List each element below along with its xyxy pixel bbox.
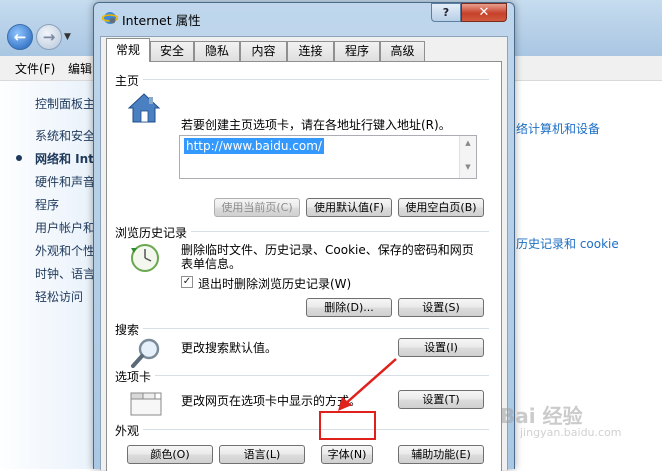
home-icon xyxy=(127,93,161,123)
tab-content[interactable]: 内容 xyxy=(240,41,287,61)
home-page-url-input[interactable]: http://www.baidu.com/ ▲ ▼ xyxy=(179,135,477,179)
sidebar-item-hardware-sound[interactable]: 硬件和声音 xyxy=(35,173,95,190)
search-description: 更改搜索默认值。 xyxy=(181,341,278,355)
home-page-heading: 主页 xyxy=(115,72,144,89)
accessibility-button[interactable]: 辅助功能(E) xyxy=(398,445,484,464)
magnifier-icon xyxy=(131,338,160,368)
use-default-button[interactable]: 使用默认值(F) xyxy=(306,198,392,217)
fonts-button[interactable]: 字体(N) xyxy=(321,445,373,464)
sidebar-item-control-panel-home[interactable]: 控制面板主 xyxy=(35,95,95,112)
delete-on-exit-checkbox[interactable]: ✓ xyxy=(181,276,193,288)
use-current-button[interactable]: 使用当前页(C) xyxy=(214,198,300,217)
sidebar-item-programs[interactable]: 程序 xyxy=(35,196,59,213)
sidebar-item-appearance[interactable]: 外观和个性 xyxy=(35,242,95,259)
tab-privacy[interactable]: 隐私 xyxy=(194,41,240,61)
home-page-url-value: http://www.baidu.com/ xyxy=(184,138,324,154)
network-computers-link[interactable]: 络计算机和设备 xyxy=(516,120,600,137)
home-description: 若要创建主页选项卡，请在各地址行键入地址(R)。 xyxy=(181,118,451,132)
active-bullet-icon xyxy=(16,155,22,161)
baidu-watermark-url: jingyan.baidu.com xyxy=(520,426,622,439)
history-cookie-link[interactable]: 历史记录和 cookie xyxy=(516,235,619,252)
close-icon: ✕ xyxy=(478,5,490,20)
appearance-heading: 外观 xyxy=(115,422,144,439)
tabs-icon xyxy=(130,392,162,416)
delete-history-button[interactable]: 删除(D)... xyxy=(306,298,392,317)
scroll-down-icon[interactable]: ▼ xyxy=(460,163,476,171)
back-arrow-icon: ← xyxy=(13,27,27,46)
forward-button[interactable]: → xyxy=(36,24,62,50)
tab-programs[interactable]: 程序 xyxy=(334,41,380,61)
sidebar-item-network-internet[interactable]: 网络和 Int xyxy=(35,150,94,167)
search-divider xyxy=(117,328,489,329)
internet-options-icon xyxy=(102,12,118,24)
dialog-body: 常规 安全 隐私 内容 连接 程序 高级 主页 若要创建主页选项卡，请在各地址行… xyxy=(100,36,508,471)
baidu-watermark: Bai 经验 xyxy=(500,404,583,428)
tab-general[interactable]: 常规 xyxy=(106,38,150,62)
colors-button[interactable]: 颜色(O) xyxy=(127,445,213,464)
search-settings-button[interactable]: 设置(I) xyxy=(398,338,484,357)
tab-advanced[interactable]: 高级 xyxy=(380,41,425,61)
help-button[interactable]: ? xyxy=(431,3,461,22)
control-panel-sidebar: 控制面板主 系统和安全 网络和 Int 硬件和声音 程序 用户帐户和 外观和个性… xyxy=(0,81,100,469)
annotation-arrow-icon xyxy=(338,358,397,411)
home-divider xyxy=(117,79,489,80)
help-icon: ? xyxy=(442,6,450,19)
tab-connections[interactable]: 连接 xyxy=(287,41,334,61)
history-description-line2: 表单信息。 xyxy=(181,257,242,271)
appearance-divider xyxy=(117,429,489,430)
browsing-history-heading: 浏览历史记录 xyxy=(115,224,192,241)
forward-arrow-icon: → xyxy=(42,27,56,46)
scroll-up-icon[interactable]: ▲ xyxy=(460,139,476,147)
delete-on-exit-label[interactable]: 退出时删除浏览历史记录(W) xyxy=(198,275,351,292)
tabs-settings-button[interactable]: 设置(T) xyxy=(398,390,484,409)
languages-button[interactable]: 语言(L) xyxy=(219,445,305,464)
history-clock-icon xyxy=(131,244,159,272)
history-dropdown-icon[interactable]: ▼ xyxy=(64,32,71,42)
menu-file[interactable]: 文件(F) xyxy=(15,60,55,77)
history-settings-button[interactable]: 设置(S) xyxy=(398,298,484,317)
sidebar-item-clock-language[interactable]: 时钟、语言 xyxy=(35,265,95,282)
menu-edit[interactable]: 编辑 xyxy=(68,60,92,77)
back-button[interactable]: ← xyxy=(7,24,33,50)
tabs-divider xyxy=(117,375,489,376)
tab-security[interactable]: 安全 xyxy=(150,41,194,61)
sidebar-item-ease-of-access[interactable]: 轻松访问 xyxy=(35,288,83,305)
use-blank-button[interactable]: 使用空白页(B) xyxy=(398,198,484,217)
tabs-heading: 选项卡 xyxy=(115,368,156,385)
general-tab-panel: 主页 若要创建主页选项卡，请在各地址行键入地址(R)。 http://www.b… xyxy=(106,61,502,471)
sidebar-item-user-accounts[interactable]: 用户帐户和 xyxy=(35,219,95,236)
dialog-title: Internet 属性 xyxy=(122,13,201,28)
sidebar-item-system-security[interactable]: 系统和安全 xyxy=(35,127,95,144)
url-scrollbar[interactable]: ▲ ▼ xyxy=(459,136,476,178)
close-button[interactable]: ✕ xyxy=(461,3,507,22)
fonts-highlight-box xyxy=(319,411,376,440)
internet-properties-dialog: Internet 属性 ? ✕ 常规 安全 隐私 内容 连接 程序 高级 主页 … xyxy=(93,2,515,471)
checkmark-icon: ✓ xyxy=(182,276,192,287)
